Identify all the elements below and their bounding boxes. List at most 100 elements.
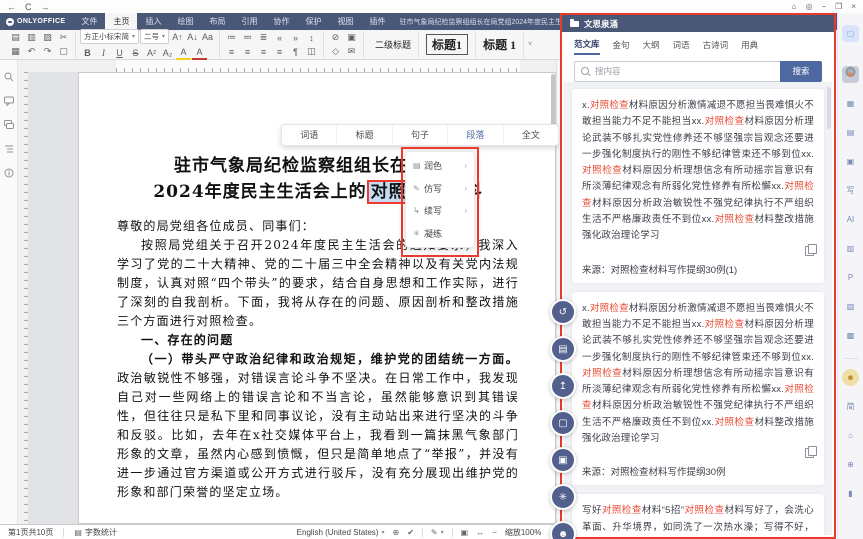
font-color-icon[interactable]: A: [192, 46, 207, 60]
settings-float-button[interactable]: ✳: [550, 484, 576, 510]
print-icon[interactable]: ▦: [8, 46, 23, 58]
writing-icon[interactable]: 写: [842, 182, 859, 199]
search-box[interactable]: [574, 61, 780, 82]
popup-tab-全文[interactable]: 全文: [504, 126, 558, 144]
page-indicator[interactable]: 第1页共10页: [8, 527, 53, 538]
forward-icon[interactable]: →: [41, 1, 50, 13]
panel-tab-金句[interactable]: 金句: [613, 39, 630, 54]
phone-icon[interactable]: ▮: [842, 485, 859, 502]
increase-indent-icon[interactable]: »: [288, 32, 303, 44]
shape-icon[interactable]: ◇: [328, 46, 343, 58]
search-button[interactable]: 搜索: [780, 61, 822, 82]
ppt-icon[interactable]: P: [842, 269, 859, 286]
image-icon[interactable]: ▣: [344, 32, 359, 44]
popup-tab-标题[interactable]: 标题: [337, 126, 392, 144]
menu-tab-插件[interactable]: 插件: [361, 13, 393, 30]
submenu-item-凝练[interactable]: ✳凝练: [406, 222, 474, 245]
panel-tab-大纲[interactable]: 大纲: [643, 39, 660, 54]
grid-icon[interactable]: ▥: [842, 240, 859, 257]
copy-style-icon[interactable]: ▨: [40, 32, 55, 44]
menu-tab-插入[interactable]: 插入: [137, 13, 169, 30]
line-spacing-icon[interactable]: ↕: [304, 32, 319, 44]
about-icon[interactable]: [4, 168, 14, 178]
italic-icon[interactable]: I: [96, 47, 111, 59]
style-heading1[interactable]: 标题 1: [476, 32, 524, 58]
subscript-icon[interactable]: A₂: [160, 47, 175, 59]
menu-tab-文件[interactable]: 文件: [73, 13, 105, 30]
menu-tab-引用[interactable]: 引用: [233, 13, 265, 30]
search-input[interactable]: [593, 65, 774, 77]
align-center-icon[interactable]: ≡: [240, 46, 255, 58]
menu-tab-布局[interactable]: 布局: [201, 13, 233, 30]
close-button[interactable]: ×: [851, 2, 856, 11]
menu-tab-视图[interactable]: 视图: [329, 13, 361, 30]
refresh-icon[interactable]: C: [25, 1, 32, 13]
styles-gallery-expand[interactable]: ˅: [524, 41, 536, 48]
restore-button[interactable]: ❐: [835, 2, 842, 11]
doc-edit-icon[interactable]: ▤: [842, 124, 859, 141]
numbering-icon[interactable]: ≕: [240, 32, 255, 44]
align-left-icon[interactable]: ≡: [224, 46, 239, 58]
popup-tab-句子[interactable]: 句子: [393, 126, 448, 144]
zoom-out-button[interactable]: −: [492, 528, 497, 537]
zoom-level[interactable]: 缩放100%: [505, 527, 541, 538]
bold-icon[interactable]: B: [80, 47, 95, 59]
mailmerge-icon[interactable]: ✉: [344, 46, 359, 58]
justify-icon[interactable]: ≡: [272, 46, 287, 58]
panel-tab-古诗词[interactable]: 古诗词: [703, 39, 729, 54]
book-icon[interactable]: ▧: [842, 298, 859, 315]
file-float-button[interactable]: ▢: [550, 410, 576, 436]
multilevel-icon[interactable]: ≣: [256, 32, 271, 44]
thumb-icon[interactable]: ☻: [842, 369, 859, 386]
submenu-item-续写[interactable]: ↳续写›: [406, 200, 474, 223]
increase-font-icon[interactable]: A↑: [170, 31, 185, 43]
comments-icon[interactable]: [4, 96, 14, 106]
nonprinting-icon[interactable]: ¶: [288, 46, 303, 58]
profile-icon[interactable]: ☻: [842, 66, 859, 83]
feedback-icon[interactable]: ◎: [806, 2, 813, 11]
resume-icon[interactable]: 简: [842, 398, 859, 415]
menu-tab-绘图[interactable]: 绘图: [169, 13, 201, 30]
bullets-icon[interactable]: ≔: [224, 32, 239, 44]
panel-scrollbar[interactable]: [827, 87, 831, 129]
clear-style-icon[interactable]: ⊘: [328, 32, 343, 44]
cut-icon[interactable]: ✂: [56, 32, 71, 44]
align-right-icon[interactable]: ≡: [256, 46, 271, 58]
undo-float-button[interactable]: ↺: [550, 299, 576, 325]
camera-icon[interactable]: ▣: [842, 153, 859, 170]
chat-icon[interactable]: [4, 120, 14, 130]
style-heading2[interactable]: 二级标题: [368, 32, 419, 58]
shading-icon[interactable]: ◫: [304, 46, 319, 58]
image-float-button[interactable]: ▣: [550, 447, 576, 473]
minimize-button[interactable]: −: [821, 2, 826, 11]
style-heading1-boxed[interactable]: 标题1: [419, 32, 476, 58]
word-count[interactable]: ▤字数统计: [74, 527, 117, 538]
user-float-button[interactable]: ☻: [550, 521, 576, 539]
track-changes[interactable]: ✎▾: [431, 528, 444, 537]
decrease-font-icon[interactable]: A↓: [185, 31, 200, 43]
briefcase-icon[interactable]: ▦: [842, 95, 859, 112]
popup-tab-词语[interactable]: 词语: [282, 126, 337, 144]
spellcheck-icon[interactable]: ✔: [407, 528, 414, 537]
ai-icon[interactable]: AI: [842, 211, 859, 228]
language-selector[interactable]: English (United States)▾: [297, 528, 385, 537]
copy-icon[interactable]: ▥: [24, 32, 39, 44]
submenu-item-仿写[interactable]: ✎仿写›: [406, 177, 474, 200]
paste-icon[interactable]: ▤: [8, 32, 23, 44]
set-language-icon[interactable]: ⊕: [393, 528, 400, 537]
globe-icon[interactable]: ⊕: [842, 456, 859, 473]
superscript-icon[interactable]: A²: [144, 47, 159, 59]
fit-width-icon[interactable]: ↔: [476, 528, 484, 537]
menu-tab-主页[interactable]: 主页: [105, 13, 137, 30]
copy-icon[interactable]: [805, 246, 814, 256]
menu-tab-保护[interactable]: 保护: [297, 13, 329, 30]
change-case-icon[interactable]: Aa: [200, 31, 215, 43]
copy-icon[interactable]: [805, 448, 814, 458]
font-name-dropdown[interactable]: 方正小标宋简▾: [80, 29, 139, 44]
home-icon[interactable]: ⌂: [792, 2, 797, 11]
redo-icon[interactable]: ↷: [40, 46, 55, 58]
font-size-dropdown[interactable]: 二号▾: [140, 29, 169, 44]
strikeout-icon[interactable]: S: [128, 47, 143, 59]
panel-tab-词语[interactable]: 词语: [673, 39, 690, 54]
document-float-button[interactable]: ▤: [550, 336, 576, 362]
